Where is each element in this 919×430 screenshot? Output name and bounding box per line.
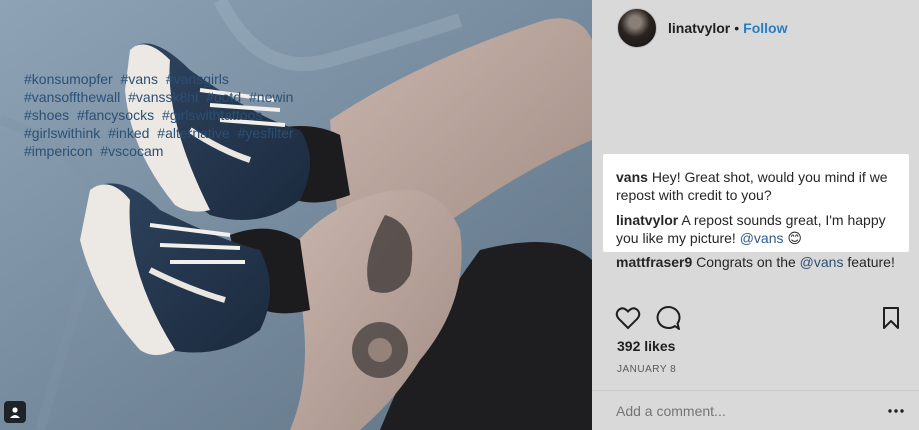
post-username[interactable]: linatvylor: [668, 20, 730, 36]
post-header: linatvylor • Follow: [592, 0, 919, 56]
hashtag-link[interactable]: #shoes: [24, 107, 69, 123]
divider: [592, 390, 919, 391]
likes-count[interactable]: 392 likes: [617, 338, 675, 354]
user-tag-icon[interactable]: [4, 401, 26, 423]
add-comment-input[interactable]: [616, 403, 866, 419]
post-caption: #konsumopfer #vans #vansgirls #vansoffth…: [24, 70, 304, 160]
hashtag-link[interactable]: #vanssk8hi: [128, 89, 198, 105]
comment-bubble-icon[interactable]: [655, 305, 681, 331]
hashtag-link[interactable]: #yesfilter: [238, 125, 294, 141]
hashtag-link[interactable]: #vansgirls: [166, 71, 229, 87]
comment-text: feature!: [847, 254, 895, 270]
more-options-icon[interactable]: [886, 402, 906, 420]
comment-linatvylor: linatvylor A repost sounds great, I'm ha…: [616, 211, 906, 247]
post-date[interactable]: JANUARY 8: [617, 364, 676, 375]
bookmark-icon[interactable]: [881, 306, 901, 330]
hashtag-link[interactable]: #vansoffthewall: [24, 89, 120, 105]
hashtag-link[interactable]: #newin: [249, 89, 293, 105]
hashtag-link[interactable]: #konsumopfer: [24, 71, 113, 87]
hashtag-link[interactable]: #vans: [121, 71, 158, 87]
follow-button[interactable]: Follow: [743, 20, 787, 36]
mention-link[interactable]: @vans: [800, 254, 844, 270]
comment-author[interactable]: vans: [616, 169, 648, 185]
hashtag-link[interactable]: #alternative: [157, 125, 229, 141]
hashtag-link[interactable]: #fancysocks: [77, 107, 154, 123]
hashtag-link[interactable]: #inked: [108, 125, 149, 141]
separator-dot: •: [734, 20, 740, 36]
photo-illustration: [0, 0, 592, 430]
comment-author[interactable]: linatvylor: [616, 212, 678, 228]
comment-vans: vans Hey! Great shot, would you mind if …: [616, 168, 906, 204]
hashtag-link[interactable]: #impericon: [24, 143, 92, 159]
hashtag-link[interactable]: #girlswithink: [24, 125, 100, 141]
hashtag-link[interactable]: #vscocam: [100, 143, 163, 159]
comment-text: Congrats on the: [696, 254, 796, 270]
comment-mattfraser9: mattfraser9 Congrats on the @vans featur…: [616, 253, 906, 271]
post-photo[interactable]: [0, 0, 592, 430]
heart-icon[interactable]: [615, 305, 641, 331]
comment-author[interactable]: mattfraser9: [616, 254, 692, 270]
avatar[interactable]: [617, 8, 657, 48]
hashtag-link[interactable]: #girlswithtattoos: [162, 107, 262, 123]
smile-emoji: 😊: [787, 230, 803, 246]
mention-link[interactable]: @vans: [740, 230, 784, 246]
hashtag-link[interactable]: #ootd: [206, 89, 241, 105]
comment-text: Hey! Great shot, would you mind if we re…: [616, 169, 888, 203]
post-actions: [615, 305, 905, 331]
